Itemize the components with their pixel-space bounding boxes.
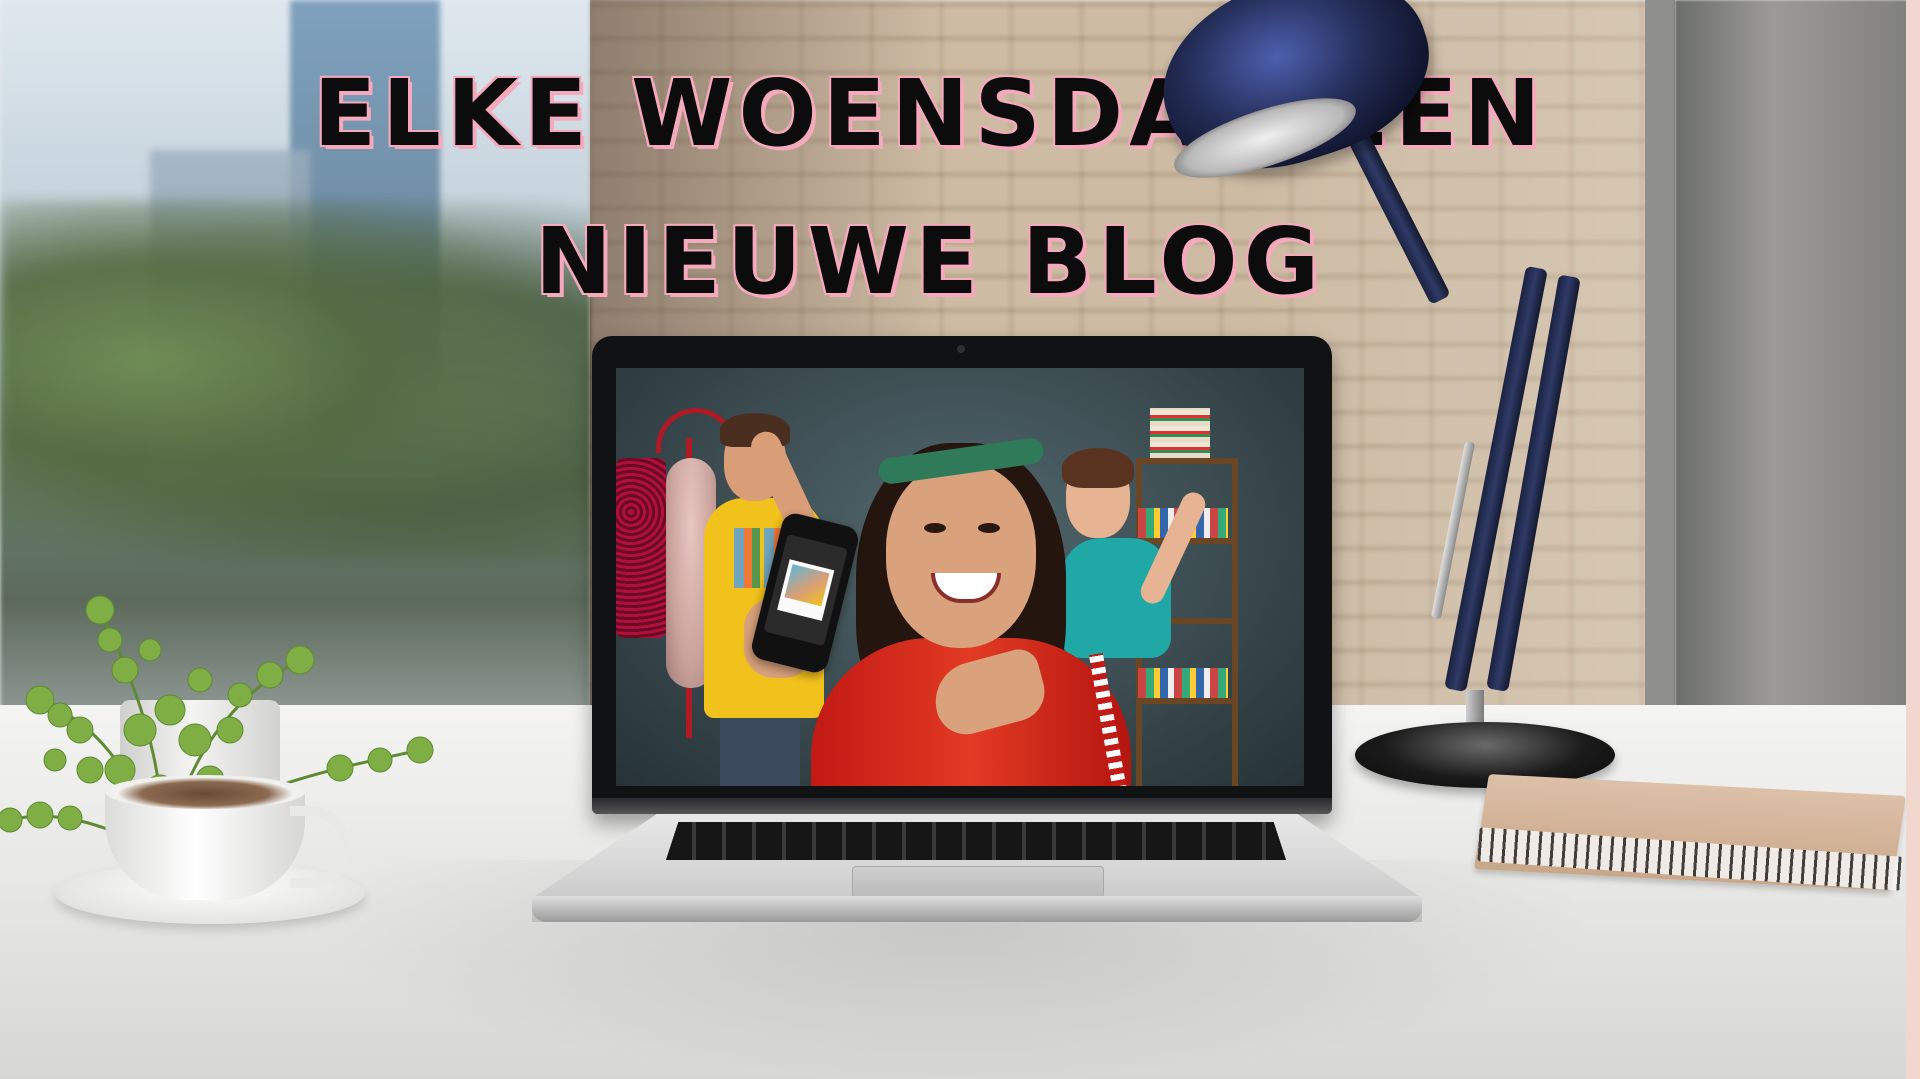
person-right-hair bbox=[1062, 448, 1134, 488]
eye bbox=[924, 523, 946, 533]
phone-screen bbox=[763, 534, 848, 647]
border-edge bbox=[1906, 0, 1920, 1079]
right-window bbox=[1675, 0, 1920, 720]
keyboard bbox=[666, 822, 1286, 860]
laptop-bezel-bottom bbox=[592, 798, 1332, 814]
person-main-face bbox=[886, 463, 1036, 648]
laptop bbox=[532, 336, 1432, 936]
book-stack bbox=[1150, 408, 1210, 458]
trackpad bbox=[852, 866, 1104, 898]
window-frame bbox=[1645, 0, 1675, 720]
eye bbox=[978, 523, 1000, 533]
laptop-screen bbox=[616, 368, 1304, 786]
photo-scene: ELKE WOENSDAG EEN NIEUWE BLOG bbox=[0, 0, 1920, 1079]
books bbox=[1138, 668, 1228, 698]
shelf-board bbox=[1136, 458, 1238, 464]
polaroid-photo bbox=[777, 559, 835, 621]
laptop-front-edge bbox=[532, 896, 1422, 922]
shelf-board bbox=[1136, 698, 1238, 704]
polaroid-image bbox=[784, 564, 830, 607]
webcam bbox=[957, 345, 965, 353]
coffee-cup-rim bbox=[105, 775, 305, 809]
sequin-jacket bbox=[616, 458, 666, 638]
headline-line-2: NIEUWE BLOG bbox=[533, 207, 1326, 317]
